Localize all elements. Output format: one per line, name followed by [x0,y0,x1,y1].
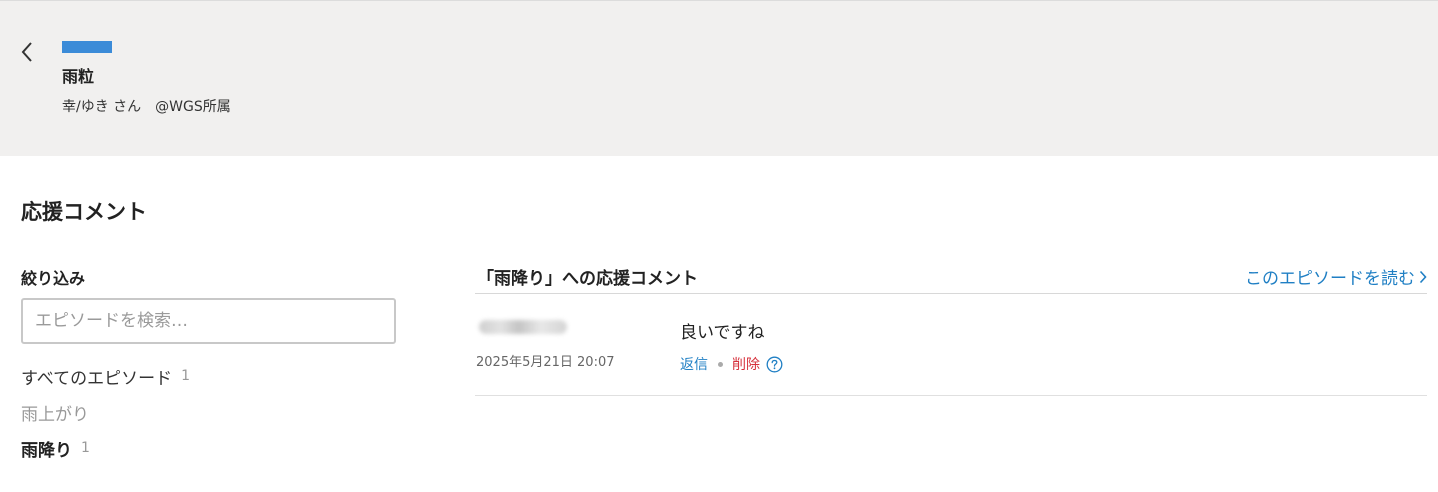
page-title: 応援コメント [21,200,147,224]
episode-filter-item[interactable]: 雨上がり [21,394,401,430]
separator-dot [718,361,723,367]
read-episode-label: このエピソードを読む [1245,269,1415,289]
episode-filter-list: すべてのエピソード 1 雨上がり 雨降り 1 [21,358,401,466]
episode-search-input[interactable] [21,298,396,344]
comment-item: 2025年5月21日 20:07 良いですね 返信 削除 [475,295,1427,396]
chevron-left-icon [21,42,32,62]
episode-filter-count: 1 [81,440,90,456]
episode-filter-label: 雨上がり [21,404,89,425]
author-line: 幸/ゆき さん @WGS所属 [62,96,231,116]
author-name[interactable]: 幸/ゆき さん [62,99,141,115]
episode-filter-label: 雨降り [21,440,72,461]
work-header: 雨粒 幸/ゆき さん @WGS所属 [0,0,1438,156]
back-button[interactable] [14,39,40,65]
episode-filter-all[interactable]: すべてのエピソード 1 [21,358,401,394]
episode-filter-count: 1 [181,368,191,384]
reply-button[interactable]: 返信 [680,354,708,374]
help-icon[interactable] [766,356,783,373]
comment-body: 良いですね [680,323,765,343]
delete-button[interactable]: 削除 [732,354,760,374]
read-episode-link[interactable]: このエピソードを読む [1245,264,1427,289]
comment-actions: 返信 削除 [680,354,783,374]
chevron-right-icon [1419,270,1427,283]
author-affiliation[interactable]: @WGS所属 [155,99,231,115]
episode-filter-item-selected[interactable]: 雨降り 1 [21,430,401,466]
comments-header: 「雨降り」への応援コメント このエピソードを読む [475,258,1427,294]
filter-heading: 絞り込み [21,269,86,288]
commenter-name-blurred[interactable] [479,320,567,334]
comment-date: 2025年5月21日 20:07 [476,355,615,370]
comments-heading: 「雨降り」への応援コメント [477,269,698,289]
work-title[interactable]: 雨粒 [62,63,94,87]
work-color-bar [62,41,112,53]
episode-filter-label: すべてのエピソード [21,368,173,389]
